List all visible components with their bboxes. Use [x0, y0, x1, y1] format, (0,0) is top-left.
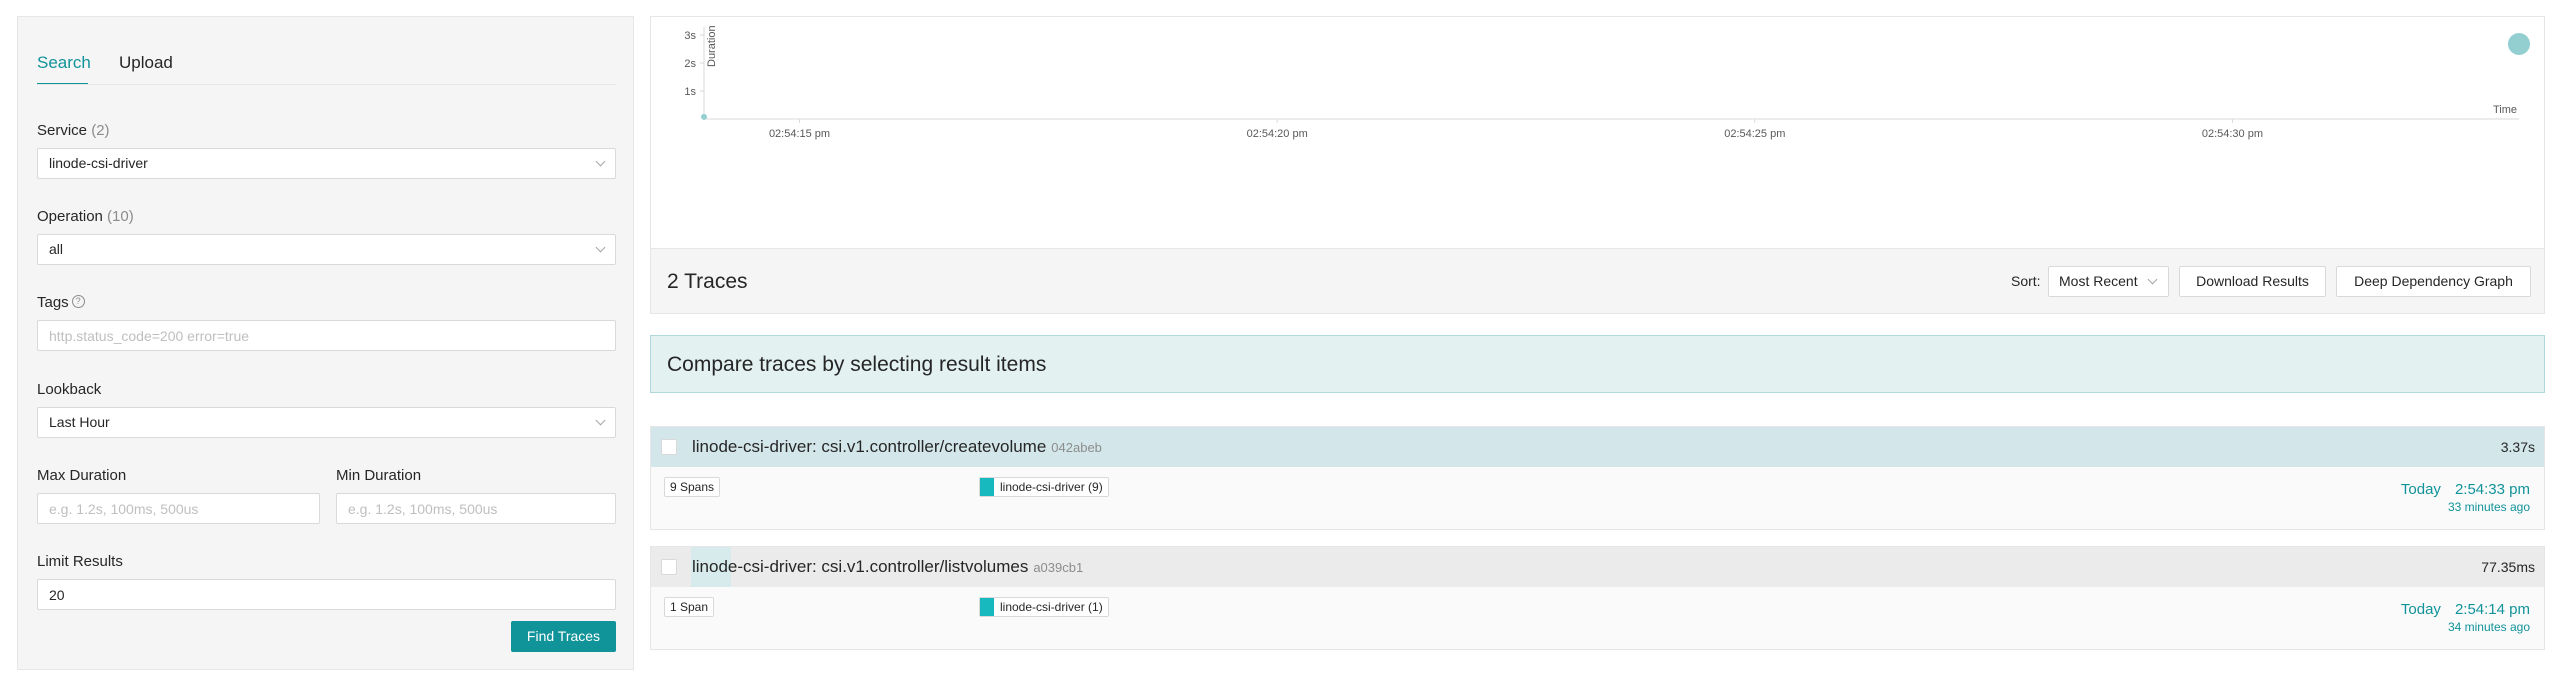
trace-id: a039cb1 — [1033, 560, 1084, 575]
y-tick-label: 3s — [684, 30, 696, 42]
span-count-tag: 9 Spans — [664, 477, 721, 497]
trace-name: linode-csi-driver: csi.v1.controller/lis… — [692, 557, 1029, 576]
deep-dependency-graph-button[interactable]: Deep Dependency Graph — [2336, 266, 2531, 297]
service-tag-label: linode-csi-driver (9) — [1000, 480, 1103, 494]
service-label: Service (2) — [37, 121, 110, 141]
scatter-plot-svg: 1s 2s 3s Duration Time 02:54:15 pm 02:54:20 pm… — [684, 25, 2519, 140]
trace-date: Today — [2400, 481, 2441, 498]
sort-select[interactable]: Most Recent — [2048, 266, 2169, 297]
service-label-text: Service — [37, 122, 88, 139]
sort-label: Sort: — [2011, 273, 2041, 289]
service-tag: linode-csi-driver (9) — [979, 477, 1109, 497]
chevron-down-icon — [595, 415, 606, 426]
trace-name-link[interactable]: linode-csi-driver: csi.v1.controller/cre… — [692, 436, 1102, 459]
limit-results-label: Limit Results — [37, 553, 123, 570]
x-tick-label: 02:54:25 pm — [1724, 128, 1785, 140]
x-tick-label: 02:54:15 pm — [769, 128, 830, 140]
trace-select-checkbox[interactable] — [661, 439, 677, 455]
x-axis-label: Time — [2493, 104, 2517, 116]
lookback-label: Lookback — [37, 381, 102, 398]
y-tick-label: 2s — [684, 58, 696, 70]
trace-scatter-plot: 1s 2s 3s Duration Time 02:54:15 pm 02:54:20 pm… — [650, 16, 2545, 249]
service-color-swatch — [980, 598, 994, 616]
results-header: 2 Traces Sort: Most Recent Download Resu… — [650, 249, 2545, 314]
search-panel: Search Upload Service (2) linode-csi-dri… — [17, 16, 634, 670]
plot-status-dot — [2508, 33, 2530, 55]
trace-start-time: Today 2:54:33 pm — [2401, 481, 2530, 499]
lookback-select[interactable]: Last Hour — [37, 407, 616, 438]
tab-upload[interactable]: Upload — [119, 52, 173, 74]
trace-name-link[interactable]: linode-csi-driver: csi.v1.controller/lis… — [692, 556, 1083, 579]
lookback-select-value: Last Hour — [49, 414, 110, 430]
trace-point — [701, 113, 707, 120]
trace-time: 2:54:14 pm — [2454, 601, 2530, 618]
min-duration-label: Min Duration — [336, 467, 422, 484]
max-duration-input[interactable] — [37, 493, 320, 524]
trace-title-bar[interactable]: linode-csi-driver: csi.v1.controller/lis… — [651, 547, 2544, 587]
chevron-down-icon — [595, 242, 606, 253]
operation-count: (10) — [107, 208, 134, 225]
download-results-button[interactable]: Download Results — [2179, 266, 2326, 297]
trace-time: 2:54:33 pm — [2454, 481, 2530, 498]
tags-input[interactable] — [37, 320, 616, 351]
service-count: (2) — [91, 122, 110, 139]
trace-select-checkbox[interactable] — [661, 559, 677, 575]
service-tag-label: linode-csi-driver (1) — [1000, 600, 1103, 614]
chevron-down-icon — [2147, 274, 2158, 285]
operation-select[interactable]: all — [37, 234, 616, 265]
trace-id: 042abeb — [1051, 440, 1102, 455]
trace-relative-time: 33 minutes ago — [2447, 500, 2530, 514]
compare-banner: Compare traces by selecting result items — [650, 335, 2545, 393]
y-axis-label: Duration — [706, 25, 718, 67]
y-tick-label: 1s — [684, 86, 696, 98]
traces-count: 2 Traces — [667, 270, 748, 293]
tags-label: Tags? — [37, 293, 85, 313]
tabs-divider — [37, 84, 616, 85]
question-circle-icon[interactable]: ? — [71, 295, 85, 308]
chevron-down-icon — [595, 156, 606, 167]
x-tick-label: 02:54:30 pm — [2202, 128, 2263, 140]
find-traces-button[interactable]: Find Traces — [511, 621, 616, 652]
operation-select-value: all — [49, 241, 64, 257]
service-color-swatch — [980, 478, 994, 496]
tab-search[interactable]: Search — [37, 52, 91, 74]
trace-title-bar[interactable]: linode-csi-driver: csi.v1.controller/cre… — [651, 427, 2544, 467]
trace-name: linode-csi-driver: csi.v1.controller/cre… — [692, 437, 1047, 456]
tags-label-text: Tags — [37, 294, 69, 311]
compare-banner-text: Compare traces by selecting result items — [667, 353, 1047, 376]
trace-result-item[interactable]: linode-csi-driver: csi.v1.controller/lis… — [650, 546, 2545, 650]
trace-duration: 3.37s — [2500, 439, 2535, 455]
min-duration-input[interactable] — [336, 493, 616, 524]
max-duration-label: Max Duration — [37, 467, 127, 484]
trace-duration: 77.35ms — [2481, 559, 2535, 575]
limit-results-input[interactable] — [37, 579, 616, 610]
span-count-tag: 1 Span — [664, 597, 715, 617]
service-tag: linode-csi-driver (1) — [979, 597, 1109, 617]
operation-label-text: Operation — [37, 208, 103, 225]
trace-start-time: Today 2:54:14 pm — [2401, 601, 2530, 619]
x-tick-label: 02:54:20 pm — [1247, 128, 1308, 140]
trace-result-item[interactable]: linode-csi-driver: csi.v1.controller/cre… — [650, 426, 2545, 530]
sort-select-value: Most Recent — [2059, 273, 2138, 289]
trace-relative-time: 34 minutes ago — [2447, 620, 2530, 634]
trace-date: Today — [2400, 601, 2441, 618]
service-select-value: linode-csi-driver — [49, 155, 148, 171]
service-select[interactable]: linode-csi-driver — [37, 148, 616, 179]
operation-label: Operation (10) — [37, 207, 134, 227]
